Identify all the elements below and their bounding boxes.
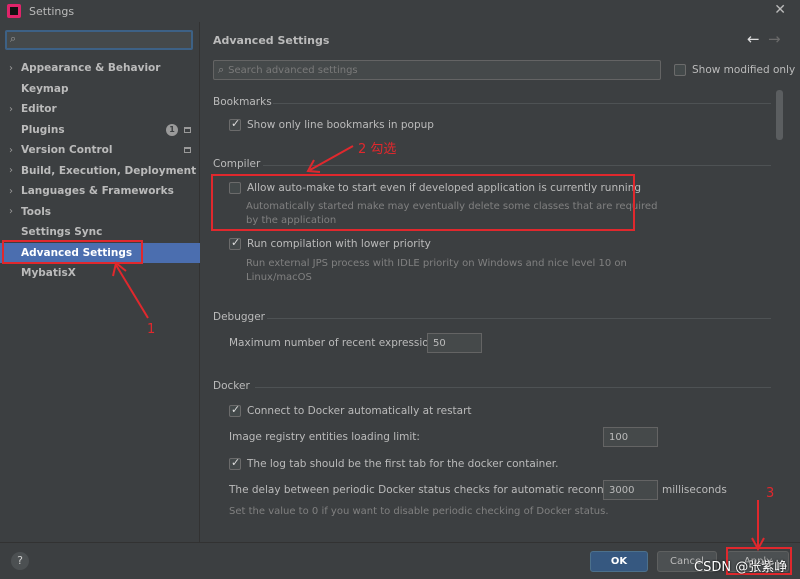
settings-sidebar: ⌕ › Appearance & Behavior Keymap › Editor … — [0, 22, 200, 542]
dialog-footer: ? OK Cancel Apply — [0, 542, 800, 579]
plugin-update-badge: 1 — [166, 123, 178, 136]
sidebar-item-appearance[interactable]: › Appearance & Behavior — [0, 58, 200, 79]
show-modified-label: Show modified only — [692, 64, 796, 76]
low-priority-description: Run external JPS process with IDLE prior… — [246, 257, 627, 285]
sidebar-item-label: Tools — [21, 205, 52, 218]
bookmarks-header: Bookmarks — [213, 96, 272, 108]
sidebar-item-label: Keymap — [21, 82, 69, 95]
help-button[interactable]: ? — [11, 552, 29, 570]
max-expressions-label: Maximum number of recent expressions: — [229, 337, 445, 349]
title-bar: Settings ✕ — [0, 0, 800, 22]
highlight-auto-make — [211, 174, 635, 231]
show-modified-checkbox-row[interactable]: Show modified only — [674, 64, 795, 76]
chevron-right-icon: › — [9, 206, 13, 218]
registry-limit-input[interactable]: 100 — [603, 427, 658, 447]
intellij-app-icon — [7, 4, 21, 18]
sidebar-item-version-control[interactable]: › Version Control — [0, 140, 200, 161]
line-bookmarks-label: Show only line bookmarks in popup — [247, 119, 434, 131]
docker-header: Docker — [213, 380, 250, 392]
sidebar-item-plugins[interactable]: Plugins 1 — [0, 120, 200, 141]
page-title: Advanced Settings — [213, 34, 330, 47]
search-placeholder: Search advanced settings — [228, 64, 358, 76]
window-title: Settings — [29, 4, 75, 18]
step-1-label: 1 — [147, 322, 156, 337]
section-divider — [263, 165, 771, 166]
delay-input[interactable]: 3000 — [603, 480, 658, 500]
desc-line: Linux/macOS — [246, 272, 312, 283]
desc-line: Run external JPS process with IDLE prior… — [246, 258, 627, 269]
show-modified-checkbox[interactable] — [674, 64, 686, 76]
sidebar-item-label: Version Control — [21, 144, 113, 157]
sidebar-item-tools[interactable]: › Tools — [0, 202, 200, 223]
log-tab-checkbox[interactable] — [229, 456, 241, 470]
sidebar-item-label: Appearance & Behavior — [21, 62, 161, 75]
csdn-watermark: CSDN @张紫峥 — [694, 560, 788, 575]
advanced-search-input[interactable]: ⌕ Search advanced settings — [213, 60, 661, 80]
line-bookmarks-row[interactable]: Show only line bookmarks in popup — [229, 117, 434, 131]
chevron-right-icon: › — [9, 62, 13, 74]
forward-arrow-icon: → — [768, 30, 781, 48]
low-priority-row[interactable]: Run compilation with lower priority — [229, 236, 431, 250]
log-tab-label: The log tab should be the first tab for … — [247, 458, 559, 470]
delay-unit: milliseconds — [662, 484, 727, 496]
low-priority-checkbox[interactable] — [229, 236, 241, 250]
chevron-right-icon: › — [9, 144, 13, 156]
docker-connect-checkbox[interactable] — [229, 403, 241, 417]
sidebar-item-label: Editor — [21, 103, 57, 116]
highlight-advanced-settings — [2, 240, 143, 264]
back-arrow-icon[interactable]: ← — [747, 30, 760, 48]
delay-description: Set the value to 0 if you want to disabl… — [229, 506, 609, 517]
sidebar-item-label: Settings Sync — [21, 226, 103, 239]
sidebar-item-keymap[interactable]: Keymap — [0, 79, 200, 100]
sidebar-item-label: Languages & Frameworks — [21, 185, 174, 198]
registry-limit-label: Image registry entities loading limit: — [229, 431, 420, 443]
sidebar-item-mybatisx[interactable]: MybatisX — [0, 263, 200, 284]
compiler-header: Compiler — [213, 158, 261, 170]
chevron-right-icon: › — [9, 185, 13, 197]
max-expressions-input[interactable]: 50 — [427, 333, 482, 353]
docker-connect-label: Connect to Docker automatically at resta… — [247, 405, 472, 417]
search-icon: ⌕ — [218, 63, 225, 76]
settings-search-input[interactable]: ⌕ — [5, 30, 193, 50]
step-2-label: 2 勾选 — [358, 142, 397, 157]
sidebar-item-label: Plugins — [21, 123, 65, 136]
advanced-settings-panel: Advanced Settings ← → ⌕ Search advanced … — [201, 22, 800, 542]
line-bookmarks-checkbox[interactable] — [229, 117, 241, 131]
close-icon[interactable]: ✕ — [774, 2, 786, 18]
ok-button[interactable]: OK — [590, 551, 648, 572]
sidebar-item-label: Build, Execution, Deployment — [21, 164, 197, 177]
sidebar-item-label: MybatisX — [21, 267, 76, 280]
section-divider — [255, 387, 771, 388]
search-icon: ⌕ — [10, 32, 17, 45]
sidebar-item-languages[interactable]: › Languages & Frameworks — [0, 181, 200, 202]
vertical-scrollbar[interactable] — [776, 90, 783, 140]
step-3-label: 3 — [766, 486, 775, 501]
debugger-header: Debugger — [213, 311, 265, 323]
chevron-right-icon: › — [9, 165, 13, 177]
section-divider — [267, 318, 771, 319]
sidebar-item-editor[interactable]: › Editor — [0, 99, 200, 120]
chevron-right-icon: › — [9, 103, 13, 115]
delay-label: The delay between periodic Docker status… — [229, 484, 640, 496]
section-divider — [273, 103, 771, 104]
docker-connect-row[interactable]: Connect to Docker automatically at resta… — [229, 403, 472, 417]
low-priority-label: Run compilation with lower priority — [247, 238, 431, 250]
sidebar-item-build[interactable]: › Build, Execution, Deployment — [0, 161, 200, 182]
project-settings-icon — [184, 147, 191, 153]
log-tab-row[interactable]: The log tab should be the first tab for … — [229, 456, 559, 470]
project-settings-icon — [184, 126, 191, 133]
